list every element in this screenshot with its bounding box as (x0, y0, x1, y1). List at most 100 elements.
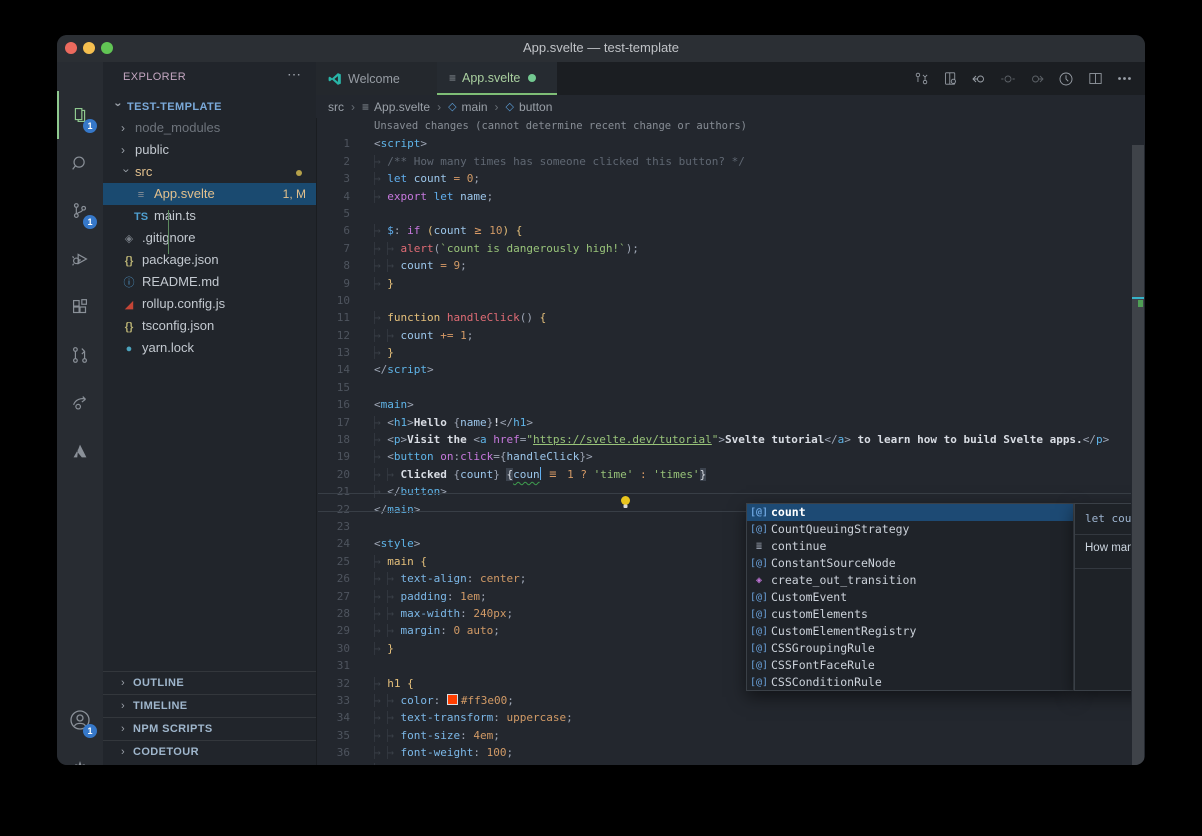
explorer-icon[interactable]: 1 (57, 91, 103, 139)
file-label: main.ts (154, 208, 196, 223)
code-line-17: 17→ <h1>Hello {name}!</h1> (316, 414, 1131, 431)
split-editor-icon[interactable] (1084, 68, 1106, 90)
color-swatch (447, 694, 458, 705)
explorer-sidebar: EXPLORER ⋯ ›TEST-TEMPLATE›node_modules›p… (103, 62, 317, 765)
azure-icon[interactable] (57, 427, 103, 475)
tree-item-yarn-lock[interactable]: ●yarn.lock (103, 337, 316, 359)
breadcrumb-item-main[interactable]: main (462, 100, 488, 114)
breadcrumb-separator: › (351, 100, 355, 114)
tree-item-app-svelte[interactable]: ≡App.svelte1, M (103, 183, 316, 205)
line-number: 14 (316, 361, 350, 378)
previous-change-icon[interactable] (968, 68, 990, 90)
line-number: 1 (316, 135, 350, 152)
line-number: 37 (316, 761, 350, 765)
file-label: tsconfig.json (142, 318, 214, 333)
file-label: rollup.config.js (142, 296, 225, 311)
line-number: 20 (316, 466, 350, 483)
suggestion-cssgroupingrule[interactable]: [@]CSSGroupingRule (747, 640, 1073, 657)
line-number: 27 (316, 588, 350, 605)
breadcrumb-item-src[interactable]: src (328, 100, 344, 114)
current-change-icon[interactable] (997, 68, 1019, 90)
code-line-18: 18→ <p>Visit the <a href="https://svelte… (316, 431, 1131, 448)
field-suggest-icon: [@] (747, 623, 771, 640)
breadcrumb-item-app-svelte[interactable]: App.svelte (374, 100, 430, 114)
tab-app-svelte[interactable]: ≡ App.svelte (437, 62, 557, 95)
line-number: 34 (316, 709, 350, 726)
settings-gear-icon[interactable] (57, 747, 103, 765)
gitlens-compare-icon[interactable] (910, 68, 932, 90)
suggestion-countqueuingstrategy[interactable]: [@]CountQueuingStrategy (747, 521, 1073, 538)
chevron-icon: › (121, 117, 131, 139)
tree-item-public[interactable]: ›public (103, 139, 316, 161)
line-number: 9 (316, 275, 350, 292)
lightbulb-icon[interactable] (619, 495, 632, 509)
extensions-icon[interactable] (57, 283, 103, 331)
field-suggest-icon: [@] (747, 640, 771, 657)
line-number: 10 (316, 292, 350, 309)
tree-item-node-modules[interactable]: ›node_modules (103, 117, 316, 139)
tab-welcome[interactable]: Welcome (316, 62, 437, 95)
tree-root[interactable]: ›TEST-TEMPLATE (103, 95, 316, 117)
suggestion-customelements[interactable]: [@]customElements (747, 606, 1073, 623)
code-line-11: 11→ function handleClick() { (316, 309, 1131, 326)
tree-item-readme-md[interactable]: ⓘREADME.md (103, 271, 316, 293)
search-icon[interactable] (57, 139, 103, 187)
next-change-icon[interactable] (1026, 68, 1048, 90)
line-number: 11 (316, 309, 350, 326)
cube-icon: ◇ (448, 100, 456, 113)
suggestion-cssconditionrule[interactable]: [@]CSSConditionRule (747, 674, 1073, 691)
tree-item-src[interactable]: ›src (103, 161, 316, 183)
suggestion-label: CustomEvent (771, 589, 847, 606)
suggestion-continue[interactable]: ≣continue (747, 538, 1073, 555)
line-number: 3 (316, 170, 350, 187)
line-number: 24 (316, 535, 350, 552)
github-pull-requests-icon[interactable] (57, 331, 103, 379)
line-number: 12 (316, 327, 350, 344)
suggestion-customevent[interactable]: [@]CustomEvent (747, 589, 1073, 606)
breadcrumb-separator: › (437, 100, 441, 114)
tree-item--gitignore[interactable]: ◈.gitignore (103, 227, 316, 249)
title-bar[interactable]: App.svelte — test-template (57, 35, 1145, 62)
explorer-more-actions-icon[interactable]: ⋯ (287, 66, 302, 83)
scrollbar-thumb[interactable] (1132, 145, 1144, 765)
tree-item-rollup-config-js[interactable]: ◢ rollup.config.js (103, 293, 316, 315)
line-number: 18 (316, 431, 350, 448)
section-npm-scripts[interactable]: ›NPM SCRIPTS (103, 717, 316, 740)
suggestion-create_out_transition[interactable]: ◈create_out_transition (747, 572, 1073, 589)
line-number: 31 (316, 657, 350, 674)
run-debug-icon[interactable] (57, 235, 103, 283)
file-history-icon[interactable] (1055, 68, 1077, 90)
section-codetour[interactable]: ›CODETOUR (103, 740, 316, 763)
suggestion-customelementregistry[interactable]: [@]CustomElementRegistry (747, 623, 1073, 640)
tree-item-tsconfig-json[interactable]: {}tsconfig.json (103, 315, 316, 337)
section-outline[interactable]: ›OUTLINE (103, 671, 316, 694)
code-line-6: 6→ $: if (count >= 10) { (316, 222, 1131, 239)
tab-app-svelte-label: App.svelte (462, 71, 520, 85)
live-share-icon[interactable] (57, 379, 103, 427)
code-line-36: 36→ → font-weight: 100; (316, 744, 1131, 761)
source-control-icon[interactable]: 1 (57, 187, 103, 235)
rollup-file-icon: ◢ (121, 294, 137, 316)
code-line-4: 4→ export let name; (316, 188, 1131, 205)
more-actions-icon[interactable] (1113, 68, 1135, 90)
open-changes-icon[interactable] (939, 68, 961, 90)
section-timeline[interactable]: ›TIMELINE (103, 694, 316, 717)
code-line-5: 5 (316, 205, 1131, 222)
editor-toolbar (910, 62, 1135, 95)
code-line-2: 2→ /** How many times has someone clicke… (316, 153, 1131, 170)
tree-item-package-json[interactable]: {}package.json (103, 249, 316, 271)
suggestion-count[interactable]: [@]count (747, 504, 1073, 521)
ts-file-icon: TS (133, 206, 149, 228)
accounts-icon[interactable]: 1 (57, 696, 103, 744)
chevron-icon: › (121, 718, 133, 740)
suggestion-constantsourcenode[interactable]: [@]ConstantSourceNode (747, 555, 1073, 572)
keyword-suggest-icon: ≣ (747, 538, 771, 555)
field-suggest-icon: [@] (747, 606, 771, 623)
vscode-window: App.svelte — test-template 1 1 (57, 35, 1145, 765)
breadcrumb-item-button[interactable]: button (519, 100, 552, 114)
window-title: App.svelte — test-template (57, 40, 1145, 55)
editor-scrollbar[interactable] (1131, 118, 1145, 765)
suggestion-cssfontfacerule[interactable]: [@]CSSFontFaceRule (747, 657, 1073, 674)
modified-dot-icon (528, 74, 536, 82)
tree-item-main-ts[interactable]: TS main.ts (103, 205, 316, 227)
